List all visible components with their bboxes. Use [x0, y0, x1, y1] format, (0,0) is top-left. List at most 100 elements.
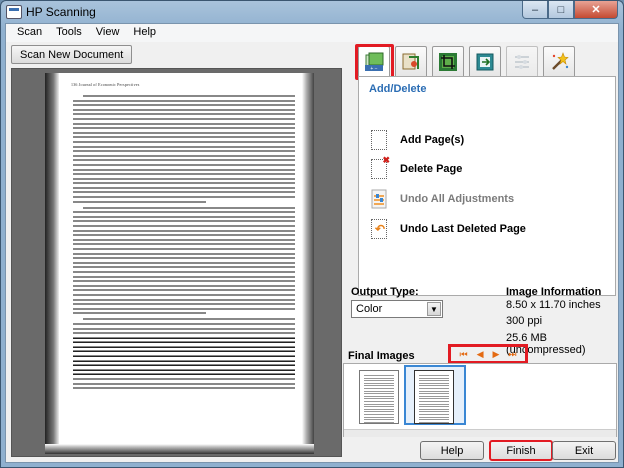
thumbnail-page-1[interactable]	[359, 370, 399, 424]
undo-all-adjustments-task[interactable]: Undo All Adjustments	[371, 187, 514, 211]
menu-help[interactable]: Help	[126, 24, 163, 42]
undo-last-deleted-task[interactable]: ↶ Undo Last Deleted Page	[371, 217, 526, 241]
page-navigation: ⏮ ◀ ▶ ⏭	[448, 344, 528, 364]
tab-arrange[interactable]	[469, 46, 501, 76]
output-type-label: Output Type:	[351, 286, 419, 298]
thumb-text-line	[419, 406, 449, 408]
thumbnail-scrollbar[interactable]	[344, 429, 616, 437]
delete-page-icon: ✖	[371, 155, 390, 179]
thumb-text-line	[419, 385, 449, 387]
thumb-text-line	[364, 421, 394, 423]
text-line	[73, 186, 295, 189]
text-line	[73, 293, 295, 296]
output-type-select[interactable]: Color ▼	[351, 300, 443, 318]
tab-adjust[interactable]	[506, 46, 538, 76]
text-line	[73, 117, 295, 120]
help-button[interactable]: Help	[420, 441, 484, 460]
thumb-text-line	[364, 408, 394, 410]
thumb-text-line	[364, 385, 394, 387]
text-line	[73, 182, 295, 185]
adjust-sliders-icon	[515, 54, 529, 69]
tab-crop-rotate[interactable]	[395, 46, 427, 76]
last-page-icon[interactable]: ⏭	[508, 349, 516, 359]
undo-all-adjustments-label[interactable]: Undo All Adjustments	[400, 193, 514, 205]
app-window: HP Scanning – □ ✕ Scan Tools View Help S…	[0, 0, 624, 468]
text-line	[73, 289, 295, 292]
text-line	[73, 336, 295, 339]
thumb-text-line	[419, 395, 449, 397]
text-line	[73, 355, 295, 358]
text-line	[73, 234, 295, 237]
thumb-text-line	[419, 375, 449, 376]
text-line	[73, 345, 295, 348]
thumb-text-line	[364, 375, 394, 376]
text-line	[73, 163, 295, 166]
output-type-value: Color	[356, 303, 383, 315]
tab-crop[interactable]	[432, 46, 464, 76]
delete-page-task[interactable]: ✖ Delete Page	[371, 155, 462, 181]
text-line	[73, 215, 295, 218]
text-line	[73, 211, 295, 214]
thumb-text-line	[419, 408, 449, 410]
add-pages-label[interactable]: Add Page(s)	[400, 134, 464, 146]
text-line	[73, 140, 295, 143]
previous-page-icon[interactable]: ◀	[477, 349, 484, 359]
text-line	[73, 280, 295, 283]
thumb-text-line	[364, 382, 394, 384]
thumb-text-line	[419, 398, 449, 400]
menu-tools[interactable]: Tools	[49, 24, 89, 42]
thumb-text-line	[364, 377, 394, 379]
undo-last-deleted-label[interactable]: Undo Last Deleted Page	[400, 223, 526, 235]
text-line	[73, 173, 295, 176]
text-line	[73, 229, 295, 232]
menu-scan[interactable]: Scan	[10, 24, 49, 42]
first-page-icon[interactable]: ⏮	[459, 349, 467, 359]
thumb-text-line	[419, 413, 449, 415]
text-line	[83, 206, 295, 209]
text-line	[73, 99, 295, 102]
scanner-icon	[6, 5, 22, 19]
menu-view[interactable]: View	[89, 24, 127, 42]
thumb-text-line	[419, 382, 449, 384]
client-area: Scan Tools View Help Scan New Document 1…	[5, 23, 619, 463]
text-line	[73, 332, 295, 335]
text-line	[73, 312, 207, 315]
text-line	[73, 248, 295, 250]
thumb-text-line	[419, 400, 449, 402]
exit-button[interactable]: Exit	[552, 441, 616, 460]
thumbnail-page-2[interactable]	[414, 370, 454, 424]
text-line	[73, 373, 295, 376]
delete-page-label[interactable]: Delete Page	[400, 163, 462, 175]
text-line	[73, 113, 295, 116]
text-line	[73, 364, 295, 367]
next-page-icon[interactable]: ▶	[492, 349, 499, 359]
text-line	[73, 154, 295, 157]
close-button[interactable]: ✕	[574, 1, 618, 19]
finish-button[interactable]: Finish	[489, 440, 553, 461]
page-running-head: 136 Journal of Economic Perspectives	[71, 82, 140, 87]
title-bar: HP Scanning – □ ✕	[1, 1, 623, 23]
thumb-text-line	[364, 390, 394, 392]
text-line	[73, 275, 295, 278]
text-line	[73, 127, 295, 130]
add-pages-task[interactable]: Add Page(s)	[371, 128, 464, 152]
text-line	[83, 95, 295, 97]
scan-new-document-button[interactable]: Scan New Document	[11, 45, 133, 64]
thumb-text-line	[419, 393, 449, 395]
chevron-down-icon[interactable]: ▼	[427, 302, 441, 316]
minimize-button[interactable]: –	[522, 1, 548, 19]
text-line	[73, 270, 295, 273]
tab-magic[interactable]	[543, 46, 575, 76]
text-line	[73, 191, 295, 194]
text-line	[73, 322, 295, 325]
text-line	[73, 307, 295, 310]
crop-rotate-icon	[402, 53, 419, 69]
maximize-button[interactable]: □	[548, 1, 574, 19]
thumb-text-line	[364, 406, 394, 408]
thumb-text-line	[364, 419, 394, 421]
text-line	[73, 266, 295, 269]
undo-adjustments-icon	[371, 189, 387, 209]
thumb-text-line	[364, 395, 394, 397]
image-info-label: Image Information	[506, 286, 602, 298]
thumb-text-line	[419, 421, 449, 423]
